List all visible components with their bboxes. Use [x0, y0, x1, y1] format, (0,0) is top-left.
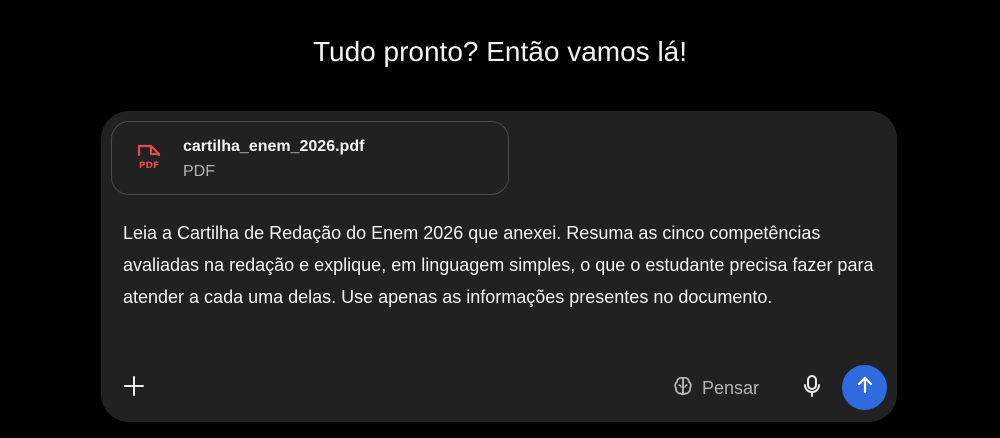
microphone-icon [802, 374, 822, 403]
think-mode-label: Pensar [702, 377, 760, 398]
attached-file-name: cartilha_enem_2026.pdf [183, 138, 365, 155]
arrow-up-icon [855, 375, 875, 400]
attached-file-card[interactable]: PDF cartilha_enem_2026.pdf PDF [111, 121, 509, 195]
brain-icon [672, 375, 694, 402]
think-mode-button[interactable]: Pensar [672, 373, 759, 403]
pdf-file-icon: PDF [136, 144, 162, 174]
prompt-input[interactable]: Leia a Cartilha de Redação do Enem 2026 … [123, 217, 875, 313]
message-composer: PDF cartilha_enem_2026.pdf PDF Leia a Ca… [101, 111, 897, 422]
plus-icon [123, 375, 145, 402]
chat-start-page: Tudo pronto? Então vamos lá! PDF cartilh… [0, 0, 1000, 438]
pdf-icon-label: PDF [139, 161, 159, 171]
attached-file-type: PDF [183, 163, 215, 180]
voice-input-button[interactable] [797, 373, 827, 403]
page-title: Tudo pronto? Então vamos lá! [312, 36, 688, 67]
send-button[interactable] [842, 365, 887, 410]
add-attachment-button[interactable] [119, 373, 149, 403]
